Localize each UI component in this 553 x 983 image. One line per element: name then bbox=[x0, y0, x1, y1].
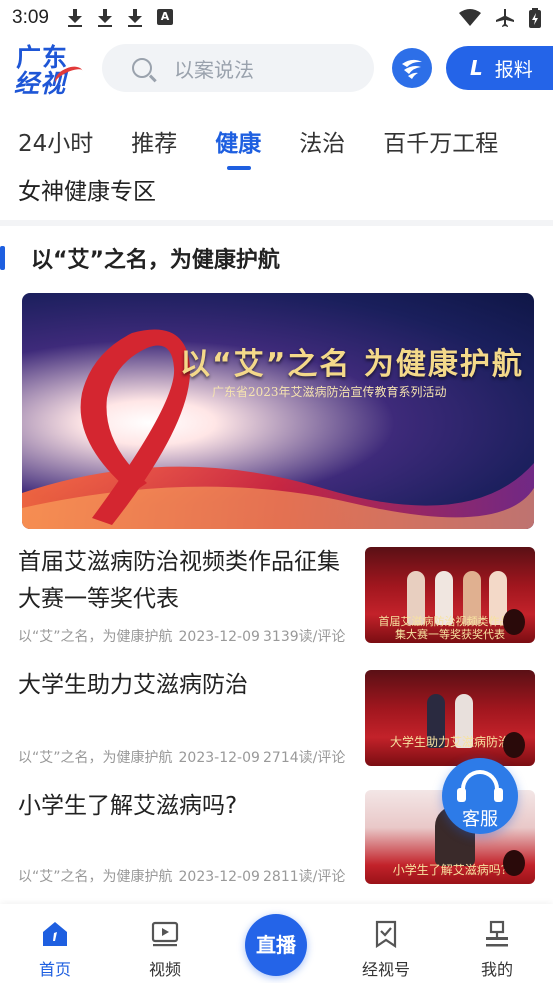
pen-icon: L bbox=[470, 56, 483, 80]
news-meta: 以“艾”之名，为健康护航 2023-12-09 2714读/评论 bbox=[18, 747, 348, 767]
news-title: 首届艾滋病防治视频类作品征集大赛一等奖代表 bbox=[18, 549, 340, 612]
banner-title: 以“艾”之名 为健康护航 bbox=[180, 347, 524, 382]
gdtv-logo[interactable]: 广东 经视 bbox=[14, 38, 88, 98]
news-item[interactable]: 首届艾滋病防治视频类作品征集大赛一等奖代表 以“艾”之名，为健康护航 2023-1… bbox=[0, 544, 553, 654]
nav-mine[interactable]: 我的 bbox=[457, 916, 537, 980]
search-icon bbox=[132, 58, 152, 78]
section-subtitle[interactable]: 女神健康专区 bbox=[18, 172, 156, 212]
news-source: 以“艾”之名，为健康护航 bbox=[18, 869, 173, 885]
news-date: 2023-12-09 bbox=[178, 750, 260, 766]
news-thumbnail: 首届艾滋病防治视频类作品征集大赛一等奖获奖代表 bbox=[365, 547, 535, 643]
bottom-nav: 首页 视频 直播 经视号 我的 bbox=[0, 904, 553, 983]
airplane-icon bbox=[496, 9, 514, 27]
a-notification-icon: A bbox=[156, 9, 173, 25]
wifi-icon bbox=[459, 9, 481, 26]
clock: 3:09 bbox=[12, 7, 49, 28]
play-icon bbox=[503, 609, 525, 635]
nav-video-label: 视频 bbox=[148, 960, 181, 979]
news-meta: 以“艾”之名，为健康护航 2023-12-09 2811读/评论 bbox=[18, 866, 348, 886]
app-header: 广东 经视 以案说法 L 报料 bbox=[0, 36, 553, 102]
tab-law[interactable]: 法治 bbox=[299, 118, 345, 168]
report-button[interactable]: L 报料 bbox=[446, 46, 553, 90]
nav-video[interactable]: 视频 bbox=[125, 916, 205, 980]
status-bar: 3:09 A bbox=[0, 0, 553, 36]
battery-icon bbox=[529, 8, 541, 28]
news-thumbnail: 大学生助力艾滋病防治 bbox=[365, 670, 535, 766]
report-label: 报料 bbox=[494, 58, 533, 81]
red-ribbon-icon bbox=[22, 329, 534, 529]
topic-header: 以“艾”之名，为健康护航 bbox=[0, 236, 553, 280]
news-meta: 以“艾”之名，为健康护航 2023-12-09 3139读/评论 bbox=[18, 626, 348, 646]
video-icon bbox=[151, 920, 179, 948]
news-source: 以“艾”之名，为健康护航 bbox=[18, 629, 173, 645]
news-date: 2023-12-09 bbox=[178, 629, 260, 645]
headset-earpiece-icon bbox=[457, 788, 503, 802]
news-date: 2023-12-09 bbox=[178, 869, 260, 885]
news-title: 小学生了解艾滋病吗? bbox=[18, 793, 238, 819]
topic-title: 以“艾”之名，为健康护航 bbox=[31, 248, 280, 273]
search-bar[interactable]: 以案说法 bbox=[102, 44, 374, 92]
banner-subtitle: 广东省2023年艾滋病防治宣传教育系列活动 bbox=[212, 385, 447, 399]
customer-service-button[interactable]: 客服 bbox=[442, 758, 518, 834]
news-reads: 3139读/评论 bbox=[261, 626, 346, 646]
news-reads: 2714读/评论 bbox=[261, 747, 346, 767]
news-source: 以“艾”之名，为健康护航 bbox=[18, 750, 173, 766]
bookmark-check-icon bbox=[372, 920, 400, 949]
tab-24h[interactable]: 24小时 bbox=[18, 118, 93, 168]
nav-mine-label: 我的 bbox=[480, 960, 513, 979]
tab-health[interactable]: 健康 bbox=[215, 118, 261, 170]
gdtv-swirl-icon bbox=[402, 59, 422, 79]
search-placeholder: 以案说法 bbox=[174, 57, 254, 82]
divider bbox=[0, 220, 553, 226]
notification-icons: A bbox=[67, 9, 173, 27]
customer-service-label: 客服 bbox=[462, 809, 498, 830]
nav-jingshihao[interactable]: 经视号 bbox=[346, 916, 426, 980]
play-icon bbox=[503, 732, 525, 758]
nav-jingshihao-label: 经视号 bbox=[361, 960, 410, 979]
live-button[interactable]: 直播 bbox=[245, 914, 307, 976]
profile-icon bbox=[483, 920, 511, 948]
home-icon bbox=[41, 920, 69, 948]
download-icon bbox=[97, 9, 113, 27]
channel-tabs: 24小时 推荐 健康 法治 百千万工程 bbox=[0, 118, 553, 172]
tab-project[interactable]: 百千万工程 bbox=[383, 118, 498, 168]
download-icon bbox=[127, 9, 143, 27]
topic-accent-bar bbox=[0, 246, 5, 270]
play-icon bbox=[503, 850, 525, 876]
tab-recommend[interactable]: 推荐 bbox=[131, 118, 177, 168]
topic-banner[interactable]: 以“艾”之名 为健康护航 广东省2023年艾滋病防治宣传教育系列活动 bbox=[22, 293, 534, 529]
news-title: 大学生助力艾滋病防治 bbox=[18, 672, 248, 698]
news-reads: 2811读/评论 bbox=[261, 866, 346, 886]
gdtv-channel-button[interactable] bbox=[392, 48, 432, 88]
nav-home[interactable]: 首页 bbox=[15, 916, 95, 980]
download-icon bbox=[67, 9, 83, 27]
nav-home-label: 首页 bbox=[38, 960, 71, 979]
